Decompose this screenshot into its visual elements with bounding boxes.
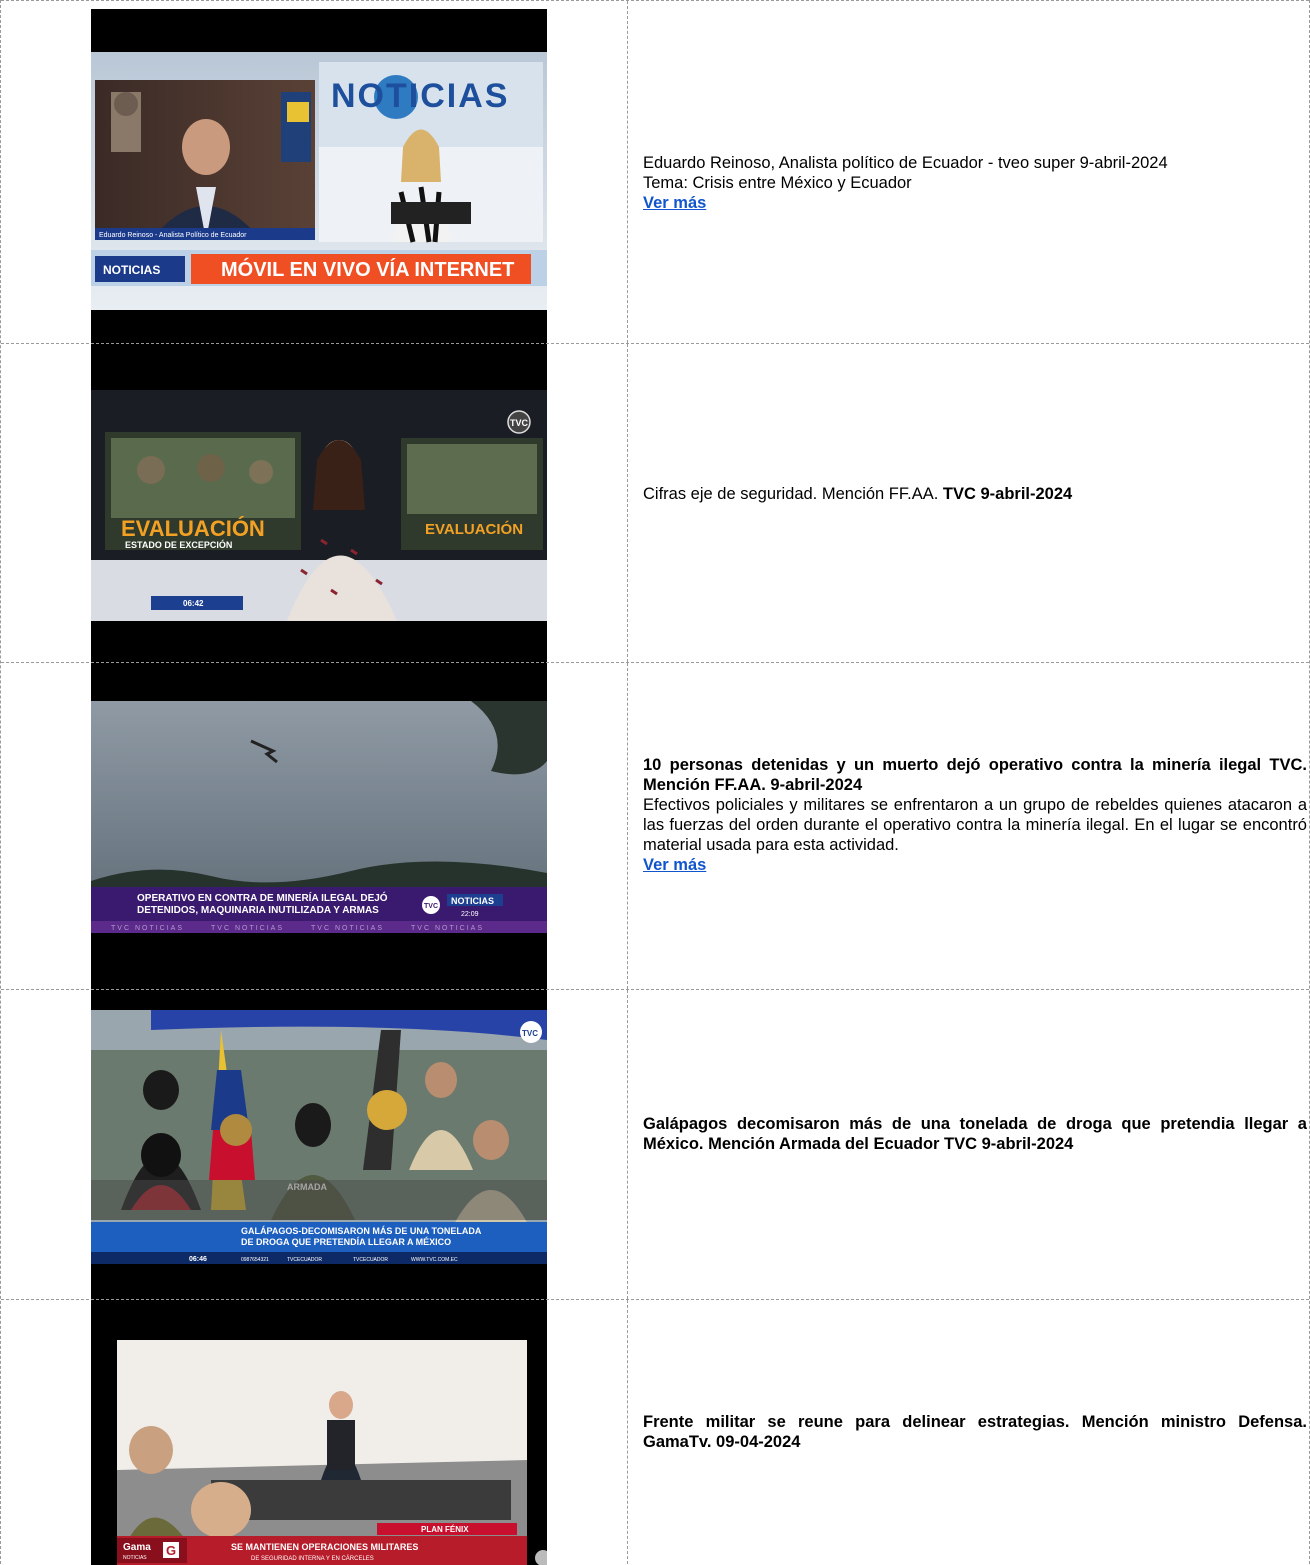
social-handle: TVCECUADOR bbox=[353, 1257, 388, 1263]
ticker-text: TVC NOTICIAS bbox=[111, 925, 184, 932]
screen-title-right: EVALUACIÓN bbox=[425, 520, 523, 538]
news-title-plain: Cifras eje de seguridad. Mención FF.AA. bbox=[643, 485, 939, 503]
lower-third-line-1: GALÁPAGOS-DECOMISARON MÁS DE UNA TONELAD… bbox=[241, 1226, 482, 1236]
news-text-cell: Galápagos decomisaron más de una tonelad… bbox=[643, 1114, 1307, 1154]
column-divider bbox=[627, 1300, 628, 1564]
social-handle: 0987654321 bbox=[241, 1257, 269, 1263]
social-handle: WWW.TVC.COM.EC bbox=[411, 1257, 458, 1263]
video-thumbnail[interactable]: EVALUACIÓN ESTADO DE EXCEPCIÓN EVALUACIÓ… bbox=[91, 344, 547, 663]
ticker-text: TVC NOTICIAS bbox=[311, 925, 384, 932]
video-thumbnail[interactable]: PLAN FÉNIX Gama NOTICIAS G SE MANTIENEN … bbox=[91, 1300, 547, 1565]
ticker-text: TVC NOTICIAS bbox=[411, 925, 484, 932]
news-row: EVALUACIÓN ESTADO DE EXCEPCIÓN EVALUACIÓ… bbox=[1, 343, 1309, 663]
news-headline: Frente militar se reune para delinear es… bbox=[643, 1413, 1307, 1451]
tvc-logo: TVC bbox=[424, 903, 438, 910]
video-thumbnail[interactable]: OPERATIVO EN CONTRA DE MINERÍA ILEGAL DE… bbox=[91, 663, 547, 990]
column-divider bbox=[627, 1, 628, 343]
news-topic-line: Tema: Crisis entre México y Ecuador bbox=[643, 174, 912, 192]
gama-brand-sub: NOTICIAS bbox=[123, 1555, 147, 1561]
time-stamp: 06:46 bbox=[189, 1256, 207, 1263]
tvc-logo: TVC bbox=[522, 1029, 538, 1038]
time-stamp: 06:42 bbox=[183, 599, 204, 608]
news-text-cell: Frente militar se reune para delinear es… bbox=[643, 1412, 1307, 1452]
video-frame-galapagos: ARMADA TVC GALÁPAGOS-DECOMISARON MÁS DE … bbox=[91, 1010, 547, 1264]
video-banner: MÓVIL EN VIVO VÍA INTERNET bbox=[221, 257, 514, 281]
tvc-logo: TVC bbox=[510, 418, 529, 428]
gama-brand: Gama bbox=[123, 1542, 151, 1553]
screen-title: EVALUACIÓN bbox=[121, 516, 265, 541]
video-frame-noticias: Eduardo Reinoso - Analista Político de E… bbox=[91, 52, 547, 310]
news-title-source: TVC 9-abril-2024 bbox=[942, 485, 1073, 503]
news-row: PLAN FÉNIX Gama NOTICIAS G SE MANTIENEN … bbox=[1, 1299, 1309, 1565]
video-frame-gamatv: PLAN FÉNIX Gama NOTICIAS G SE MANTIENEN … bbox=[91, 1340, 547, 1565]
news-table: Eduardo Reinoso - Analista Político de E… bbox=[0, 0, 1310, 1565]
lower-third-line-2: DE SEGURIDAD INTERNA Y EN CÁRCELES bbox=[251, 1555, 374, 1562]
news-row: OPERATIVO EN CONTRA DE MINERÍA ILEGAL DE… bbox=[1, 662, 1309, 990]
noticias-badge: NOTICIAS bbox=[451, 896, 494, 906]
plan-tag: PLAN FÉNIX bbox=[421, 1525, 469, 1534]
lower-third-line-2: DETENIDOS, MAQUINARIA INUTILIZADA Y ARMA… bbox=[137, 905, 379, 916]
video-frame-mineria: OPERATIVO EN CONTRA DE MINERÍA ILEGAL DE… bbox=[91, 701, 547, 933]
ticker-text: TVC NOTICIAS bbox=[211, 925, 284, 932]
column-divider bbox=[627, 663, 628, 989]
news-text-cell: Cifras eje de seguridad. Mención FF.AA. … bbox=[643, 484, 1307, 504]
news-row: Eduardo Reinoso - Analista Político de E… bbox=[1, 0, 1309, 344]
column-divider bbox=[627, 344, 628, 662]
column-divider bbox=[627, 990, 628, 1299]
video-caption: Eduardo Reinoso - Analista Político de E… bbox=[99, 232, 247, 239]
video-frame-tvc-studio: EVALUACIÓN ESTADO DE EXCEPCIÓN EVALUACIÓ… bbox=[91, 390, 547, 621]
news-text-cell: 10 personas detenidas y un muerto dejó o… bbox=[643, 755, 1307, 875]
news-headline: 10 personas detenidas y un muerto dejó o… bbox=[643, 756, 1307, 794]
lower-third-line-2: DE DROGA QUE PRETENDÍA LLEGAR A MÉXICO bbox=[241, 1237, 451, 1247]
gama-g-icon: G bbox=[166, 1543, 176, 1558]
lower-third-line-1: SE MANTIENEN OPERACIONES MILITARES bbox=[231, 1542, 418, 1552]
lower-third-line-1: OPERATIVO EN CONTRA DE MINERÍA ILEGAL DE… bbox=[137, 891, 388, 904]
ver-mas-link[interactable]: Ver más bbox=[643, 856, 706, 874]
time-stamp: 22:09 bbox=[461, 911, 479, 918]
ver-mas-link[interactable]: Ver más bbox=[643, 194, 706, 212]
screen-subtitle: ESTADO DE EXCEPCIÓN bbox=[125, 539, 232, 550]
noticias-badge: NOTICIAS bbox=[103, 263, 160, 277]
noticias-logo-text: NOTICIAS bbox=[331, 77, 509, 115]
video-thumbnail[interactable]: Eduardo Reinoso - Analista Político de E… bbox=[91, 9, 547, 344]
news-headline: Galápagos decomisaron más de una tonelad… bbox=[643, 1115, 1307, 1153]
news-title-line: Eduardo Reinoso, Analista político de Ec… bbox=[643, 154, 1168, 172]
news-body: Efectivos policiales y militares se enfr… bbox=[643, 796, 1307, 854]
video-thumbnail[interactable]: ARMADA TVC GALÁPAGOS-DECOMISARON MÁS DE … bbox=[91, 990, 547, 1300]
news-text-cell: Eduardo Reinoso, Analista político de Ec… bbox=[643, 153, 1307, 213]
news-row: ARMADA TVC GALÁPAGOS-DECOMISARON MÁS DE … bbox=[1, 989, 1309, 1300]
social-handle: TVCECUADOR bbox=[287, 1257, 322, 1263]
